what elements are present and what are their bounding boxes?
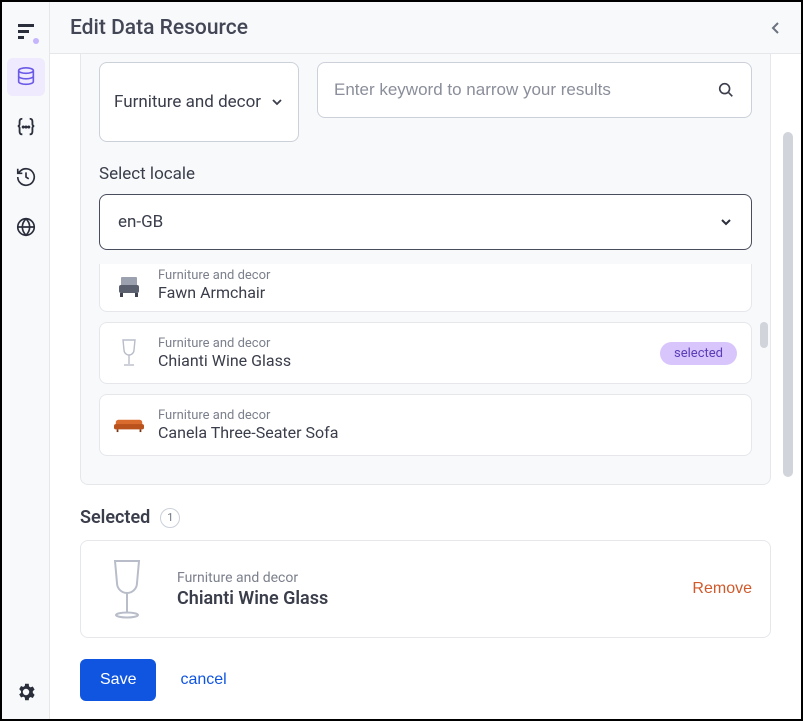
result-card[interactable]: Furniture and decor Canela Three-Seater …: [99, 394, 752, 456]
result-name: Chianti Wine Glass: [158, 351, 646, 370]
save-button[interactable]: Save: [80, 659, 156, 701]
search-icon[interactable]: [717, 81, 735, 99]
nav-braces-icon[interactable]: [7, 108, 45, 146]
cancel-button[interactable]: cancel: [180, 671, 226, 689]
category-select[interactable]: Furniture and decor: [99, 62, 299, 142]
left-rail: [2, 2, 50, 719]
result-category: Furniture and decor: [158, 268, 737, 283]
result-name: Fawn Armchair: [158, 283, 737, 302]
locale-select[interactable]: en-GB: [99, 194, 752, 250]
page-title: Edit Data Resource: [70, 16, 248, 40]
panel-scrollbar[interactable]: [783, 132, 793, 477]
selected-badge: selected: [660, 342, 737, 365]
category-select-value: Furniture and decor: [114, 91, 270, 114]
selected-heading-text: Selected: [80, 507, 150, 528]
selected-heading: Selected 1: [80, 507, 771, 528]
nav-settings-icon[interactable]: [7, 673, 45, 711]
chevron-down-icon: [719, 215, 733, 229]
remove-button[interactable]: Remove: [692, 580, 752, 598]
armchair-icon: [114, 270, 144, 300]
results-scrollbar[interactable]: [760, 322, 768, 348]
result-name: Canela Three-Seater Sofa: [158, 423, 737, 442]
app-logo-icon[interactable]: [7, 12, 45, 50]
chevron-down-icon: [270, 95, 284, 109]
collapse-panel-icon[interactable]: [771, 20, 781, 36]
footer-actions: Save cancel: [50, 643, 801, 719]
selected-item: Furniture and decor Chianti Wine Glass R…: [80, 540, 771, 638]
wine-glass-icon: [114, 338, 144, 368]
wine-glass-icon: [99, 553, 155, 625]
nav-history-icon[interactable]: [7, 158, 45, 196]
result-category: Furniture and decor: [158, 408, 737, 423]
result-card[interactable]: Furniture and decor Fawn Armchair: [99, 264, 752, 312]
panel-header: Edit Data Resource: [50, 2, 801, 54]
result-category: Furniture and decor: [158, 336, 646, 351]
nav-database-icon[interactable]: [7, 58, 45, 96]
result-card[interactable]: Furniture and decor Chianti Wine Glass s…: [99, 322, 752, 384]
selected-count-badge: 1: [160, 508, 180, 528]
selected-item-name: Chianti Wine Glass: [177, 588, 670, 609]
sofa-icon: [114, 410, 144, 440]
selected-item-category: Furniture and decor: [177, 570, 670, 586]
search-input[interactable]: [334, 80, 717, 100]
logo-dot-icon: [33, 38, 39, 44]
search-wrapper: [317, 62, 752, 118]
locale-label: Select locale: [99, 164, 752, 184]
nav-globe-icon[interactable]: [7, 208, 45, 246]
locale-select-value: en-GB: [118, 212, 719, 232]
results-list: Furniture and decor Fawn Armchair Furnit…: [99, 264, 752, 456]
main-panel: Edit Data Resource Furniture and decor: [50, 2, 801, 719]
filter-panel: Furniture and decor Select locale en-GB: [80, 54, 771, 485]
content-scroll: Furniture and decor Select locale en-GB: [50, 54, 801, 643]
